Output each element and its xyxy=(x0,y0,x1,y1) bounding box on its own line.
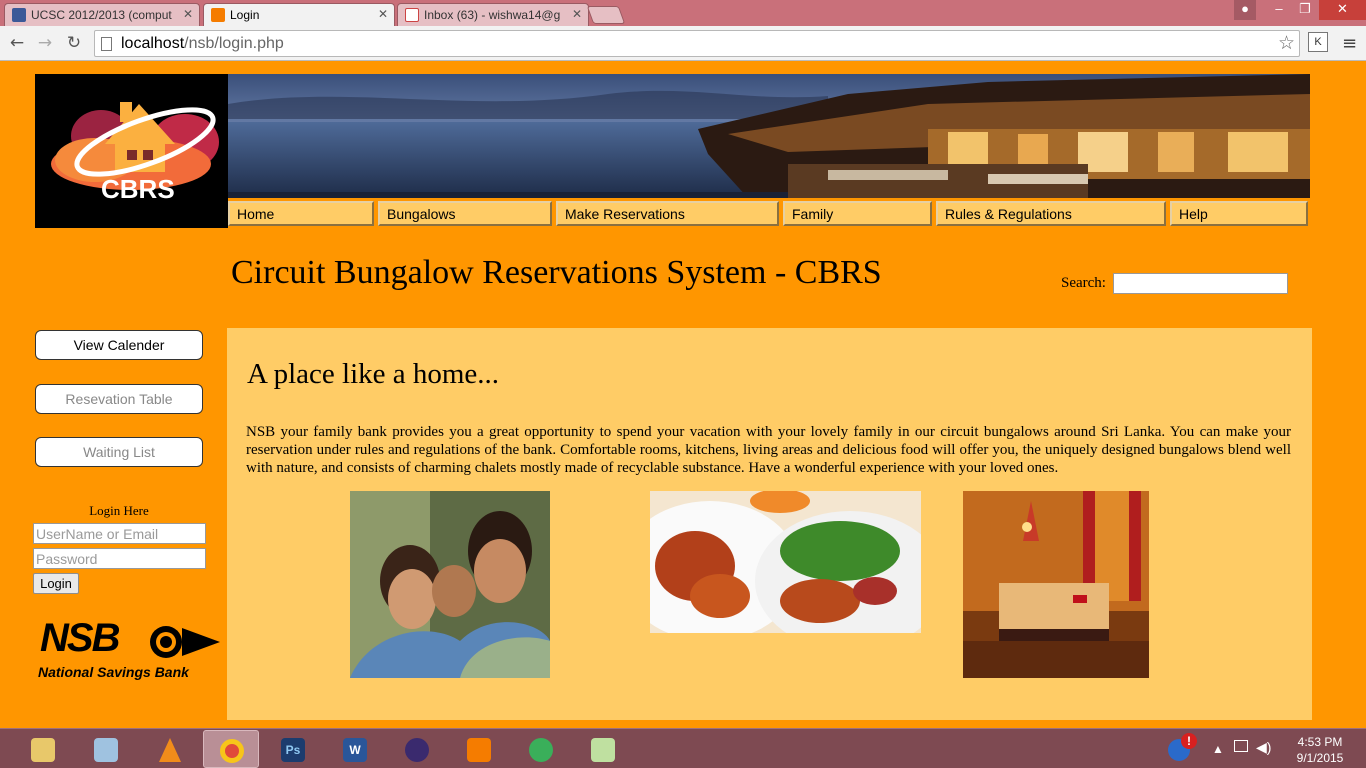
tab-close-icon[interactable]: ✕ xyxy=(378,7,388,21)
cbrs-logo[interactable]: CBRS xyxy=(35,74,228,228)
content-heading: A place like a home... xyxy=(247,358,500,390)
file-explorer-icon[interactable] xyxy=(15,730,71,768)
network-icon[interactable] xyxy=(1234,740,1248,752)
system-clock[interactable]: 4:53 PM 9/1/2015 xyxy=(1290,734,1350,766)
notepad-icon[interactable] xyxy=(78,730,134,768)
extension-icon[interactable]: K xyxy=(1308,32,1328,52)
user-icon[interactable]: ● xyxy=(1234,0,1256,20)
login-button[interactable]: Login xyxy=(33,573,79,594)
reservation-table-button[interactable]: Resevation Table xyxy=(35,384,203,414)
nsb-logo: NSB National Savings Bank xyxy=(36,616,222,682)
browser-toolbar: ← → ↻ localhost/nsb/login.php ☆ xyxy=(0,26,1366,61)
username-field[interactable] xyxy=(33,523,206,544)
new-tab-button[interactable] xyxy=(586,6,626,24)
view-calendar-button[interactable]: View Calender xyxy=(35,330,203,360)
search-label: Search: xyxy=(1061,275,1106,291)
menu-item-help[interactable]: Help xyxy=(1170,201,1308,226)
waiting-list-button[interactable]: Waiting List xyxy=(35,437,203,467)
show-hidden-icons[interactable]: ▲ xyxy=(1212,742,1224,756)
monitor-icon[interactable] xyxy=(513,730,569,768)
close-window-icon[interactable]: ✕ xyxy=(1319,0,1366,20)
gmail-icon xyxy=(405,8,419,22)
browser-tab-strip: UCSC 2012/2013 (comput ✕ Login ✕ Inbox (… xyxy=(0,0,1366,26)
url-host: localhost xyxy=(121,35,185,52)
nsb-logo-text: NSB xyxy=(40,616,120,660)
password-field[interactable] xyxy=(33,548,206,569)
clock-date: 9/1/2015 xyxy=(1296,751,1344,765)
browser-tab-gmail[interactable]: Inbox (63) - wishwa14@g ✕ xyxy=(397,3,589,26)
tab-close-icon[interactable]: ✕ xyxy=(183,7,193,21)
word-icon[interactable]: W xyxy=(327,730,383,768)
facebook-icon xyxy=(12,8,26,22)
page-icon xyxy=(101,37,112,51)
taskbar: Ps W ! ▲ ◀) xyxy=(0,728,1366,768)
chrome-icon[interactable] xyxy=(203,730,259,768)
volume-icon[interactable]: ◀) xyxy=(1256,739,1271,756)
alert-icon[interactable]: ! xyxy=(1181,733,1197,749)
xampp-icon xyxy=(211,8,225,22)
nsb-name: National Savings Bank xyxy=(38,664,189,680)
main-menu: Home Bungalows Make Reservations Family … xyxy=(228,198,1310,228)
logo-text: CBRS xyxy=(101,174,175,204)
url-path: /nsb/login.php xyxy=(184,35,284,52)
minimize-icon[interactable]: – xyxy=(1266,0,1292,20)
search-input[interactable] xyxy=(1113,273,1288,294)
tab-title: UCSC 2012/2013 (comput xyxy=(31,8,172,22)
page-title: Circuit Bungalow Reservations System - C… xyxy=(231,254,882,291)
eclipse-icon[interactable] xyxy=(389,730,445,768)
menu-item-bungalows[interactable]: Bungalows xyxy=(378,201,552,226)
login-title: Login Here xyxy=(89,503,149,518)
notepadpp-icon[interactable] xyxy=(575,730,631,768)
browser-tab-login[interactable]: Login ✕ xyxy=(203,3,395,26)
xampp-icon[interactable] xyxy=(451,730,507,768)
vlc-icon[interactable] xyxy=(141,730,197,768)
forward-icon[interactable]: → xyxy=(34,32,56,54)
browser-menu-icon[interactable]: ≡ xyxy=(1342,33,1357,54)
family-photo xyxy=(350,491,550,678)
menu-item-make-reservations[interactable]: Make Reservations xyxy=(556,201,779,226)
food-photo xyxy=(650,491,921,633)
bedroom-photo xyxy=(963,491,1149,678)
menu-item-rules-regulations[interactable]: Rules & Regulations xyxy=(936,201,1166,226)
menu-item-family[interactable]: Family xyxy=(783,201,932,226)
tab-title: Inbox (63) - wishwa14@g xyxy=(424,8,561,22)
menu-item-home[interactable]: Home xyxy=(228,201,374,226)
photoshop-icon[interactable]: Ps xyxy=(265,730,321,768)
tab-close-icon[interactable]: ✕ xyxy=(572,7,582,21)
address-bar[interactable]: localhost/nsb/login.php ☆ xyxy=(94,30,1300,57)
tab-title: Login xyxy=(230,8,260,22)
header-banner-image xyxy=(228,74,1310,198)
main-content: A place like a home... NSB your family b… xyxy=(227,328,1312,720)
reload-icon[interactable]: ↻ xyxy=(63,32,85,54)
browser-tab-facebook[interactable]: UCSC 2012/2013 (comput ✕ xyxy=(4,3,200,26)
bookmark-star-icon[interactable]: ☆ xyxy=(1278,32,1295,54)
back-icon[interactable]: ← xyxy=(6,32,28,54)
restore-icon[interactable]: ❐ xyxy=(1292,0,1318,20)
clock-time: 4:53 PM xyxy=(1297,735,1343,749)
intro-paragraph: NSB your family bank provides you a grea… xyxy=(246,424,1291,476)
